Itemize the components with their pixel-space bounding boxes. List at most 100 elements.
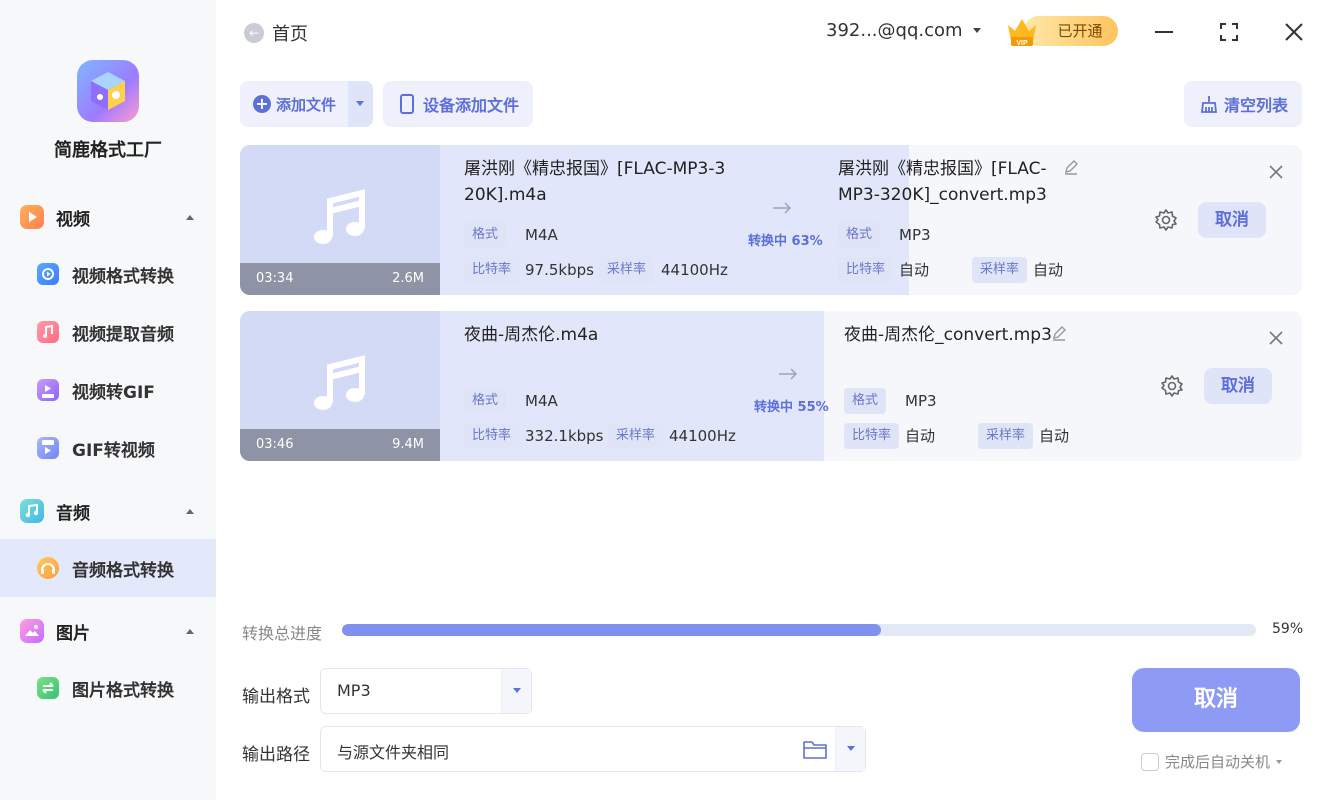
sidebar-item-label: 视频格式转换: [72, 266, 174, 287]
video-icon: [20, 205, 44, 229]
output-path-select[interactable]: 与源文件夹相同: [320, 726, 866, 772]
settings-gear-icon[interactable]: [1154, 208, 1178, 232]
file-meta-bar: 03:34 2.6M: [240, 263, 440, 295]
output-format-value: MP3: [337, 681, 371, 700]
audio-convert-icon: [37, 557, 59, 579]
output-format-dropdown[interactable]: [501, 669, 531, 713]
collapse-caret-icon: [186, 628, 194, 634]
format-tag: 格式: [844, 388, 887, 414]
add-file-dropdown[interactable]: [348, 81, 373, 127]
target-bitrate: 自动: [905, 427, 936, 445]
total-progress-percent: 59%: [1272, 621, 1304, 637]
account-email: 392...@qq.com: [826, 20, 963, 41]
source-format: M4A: [525, 392, 558, 410]
sidebar-item-label: 视频提取音频: [72, 324, 174, 345]
file-card: 03:46 9.4M 夜曲-周杰伦.m4a 格式 M4A 比特率 332.1kb…: [240, 311, 1302, 461]
dropdown-arrow-icon: [847, 746, 855, 751]
svg-text:VIP: VIP: [1016, 40, 1028, 47]
minimize-icon[interactable]: [1152, 20, 1176, 44]
collapse-caret-icon: [186, 508, 194, 514]
collapse-caret-icon: [186, 214, 194, 220]
source-samplerate: 44100Hz: [661, 261, 728, 279]
auto-shutdown-option[interactable]: 完成后自动关机: [1141, 751, 1283, 772]
output-format-select[interactable]: MP3: [320, 668, 532, 714]
video-to-gif-icon: [37, 379, 59, 401]
remove-file-icon[interactable]: [1268, 164, 1284, 180]
source-filename-line: 屠洪刚《精忠报国》[FLAC-MP3-3: [464, 159, 726, 179]
maximize-icon[interactable]: [1217, 20, 1241, 44]
music-note-icon: [314, 355, 365, 410]
device-add-button[interactable]: 设备添加文件: [383, 81, 533, 127]
bitrate-tag: 比特率: [464, 257, 520, 283]
sidebar-item-video-convert[interactable]: 视频格式转换: [0, 245, 216, 303]
plus-icon: +: [253, 95, 271, 113]
source-format: M4A: [525, 226, 558, 244]
output-path-dropdown[interactable]: [835, 727, 865, 771]
sidebar-group-label: 视频: [56, 209, 90, 230]
home-link[interactable]: ← 首页: [244, 20, 308, 46]
target-format: MP3: [899, 226, 931, 244]
auto-shutdown-checkbox[interactable]: [1141, 752, 1159, 771]
image-convert-icon: [37, 677, 59, 699]
cancel-file-button[interactable]: 取消: [1198, 202, 1266, 238]
samplerate-tag: 采样率: [599, 257, 655, 283]
sidebar-item-label: 视频转GIF: [72, 382, 155, 403]
sidebar: 简鹿格式工厂 视频 视频格式转换 视频提取音频 视频转GIF GIF转视频 音频…: [0, 0, 216, 800]
sidebar-item-label: 图片格式转换: [72, 680, 174, 701]
add-file-button[interactable]: + 添加文件: [240, 81, 373, 127]
sidebar-item-gif-to-video[interactable]: GIF转视频: [0, 419, 216, 477]
clear-list-button[interactable]: 清空列表: [1184, 81, 1302, 127]
format-tag: 格式: [838, 222, 881, 248]
samplerate-tag: 采样率: [608, 423, 664, 449]
output-path-value: 与源文件夹相同: [337, 743, 450, 762]
format-tag: 格式: [464, 388, 507, 414]
target-samplerate: 自动: [1033, 261, 1064, 279]
output-path-label: 输出路径: [242, 745, 310, 765]
device-add-label: 设备添加文件: [423, 96, 520, 115]
target-bitrate: 自动: [899, 261, 930, 279]
target-filename: 屠洪刚《精忠报国》[FLAC- MP3-320K]_convert.mp3: [838, 156, 1047, 208]
dropdown-arrow-icon[interactable]: [1276, 759, 1283, 764]
folder-icon[interactable]: [803, 739, 827, 759]
source-filename: 夜曲-周杰伦.m4a: [464, 322, 598, 348]
source-samplerate: 44100Hz: [669, 427, 736, 445]
target-filename-line: 屠洪刚《精忠报国》[FLAC-: [838, 159, 1047, 179]
sidebar-item-audio-convert[interactable]: 音频格式转换: [0, 539, 216, 597]
file-duration: 03:46: [256, 437, 294, 452]
edit-pencil-icon[interactable]: [1063, 159, 1079, 175]
source-filename-line: 夜曲-周杰伦.m4a: [464, 325, 599, 345]
samplerate-tag: 采样率: [978, 423, 1034, 449]
cancel-all-button[interactable]: 取消: [1132, 668, 1300, 732]
sidebar-item-video-to-gif[interactable]: 视频转GIF: [0, 361, 216, 419]
edit-pencil-icon[interactable]: [1051, 325, 1067, 341]
add-file-label: 添加文件: [276, 95, 337, 114]
cancel-file-button[interactable]: 取消: [1204, 368, 1272, 404]
sidebar-group-audio[interactable]: 音频: [0, 491, 216, 531]
bitrate-tag: 比特率: [464, 423, 520, 449]
close-window-icon[interactable]: [1282, 20, 1306, 44]
file-thumbnail: 03:46 9.4M: [240, 311, 440, 461]
app-logo: [77, 60, 139, 122]
phone-icon: [400, 94, 414, 114]
sidebar-item-image-convert[interactable]: 图片格式转换: [0, 659, 216, 717]
dropdown-arrow-icon: [356, 101, 364, 106]
back-arrow-icon: ←: [244, 23, 264, 43]
remove-file-icon[interactable]: [1268, 330, 1284, 346]
settings-gear-icon[interactable]: [1160, 374, 1184, 398]
target-format: MP3: [905, 392, 937, 410]
dropdown-arrow-icon: [972, 28, 981, 33]
output-format-label: 输出格式: [242, 687, 310, 707]
sidebar-group-image[interactable]: 图片: [0, 611, 216, 651]
sidebar-item-extract-audio[interactable]: 视频提取音频: [0, 303, 216, 361]
clear-list-label: 清空列表: [1224, 96, 1289, 115]
sidebar-group-video[interactable]: 视频: [0, 197, 216, 237]
file-meta-bar: 03:46 9.4M: [240, 429, 440, 461]
broom-icon: [1200, 96, 1218, 113]
sidebar-item-label: GIF转视频: [72, 440, 155, 461]
conversion-status: 转换中 55%: [754, 400, 829, 415]
vip-badge[interactable]: 已开通 VIP: [1006, 13, 1118, 49]
bitrate-tag: 比特率: [838, 257, 894, 283]
account-menu[interactable]: 392...@qq.com: [826, 20, 981, 41]
source-filename-line: 20K].m4a: [464, 185, 547, 205]
file-size: 2.6M: [392, 271, 424, 286]
